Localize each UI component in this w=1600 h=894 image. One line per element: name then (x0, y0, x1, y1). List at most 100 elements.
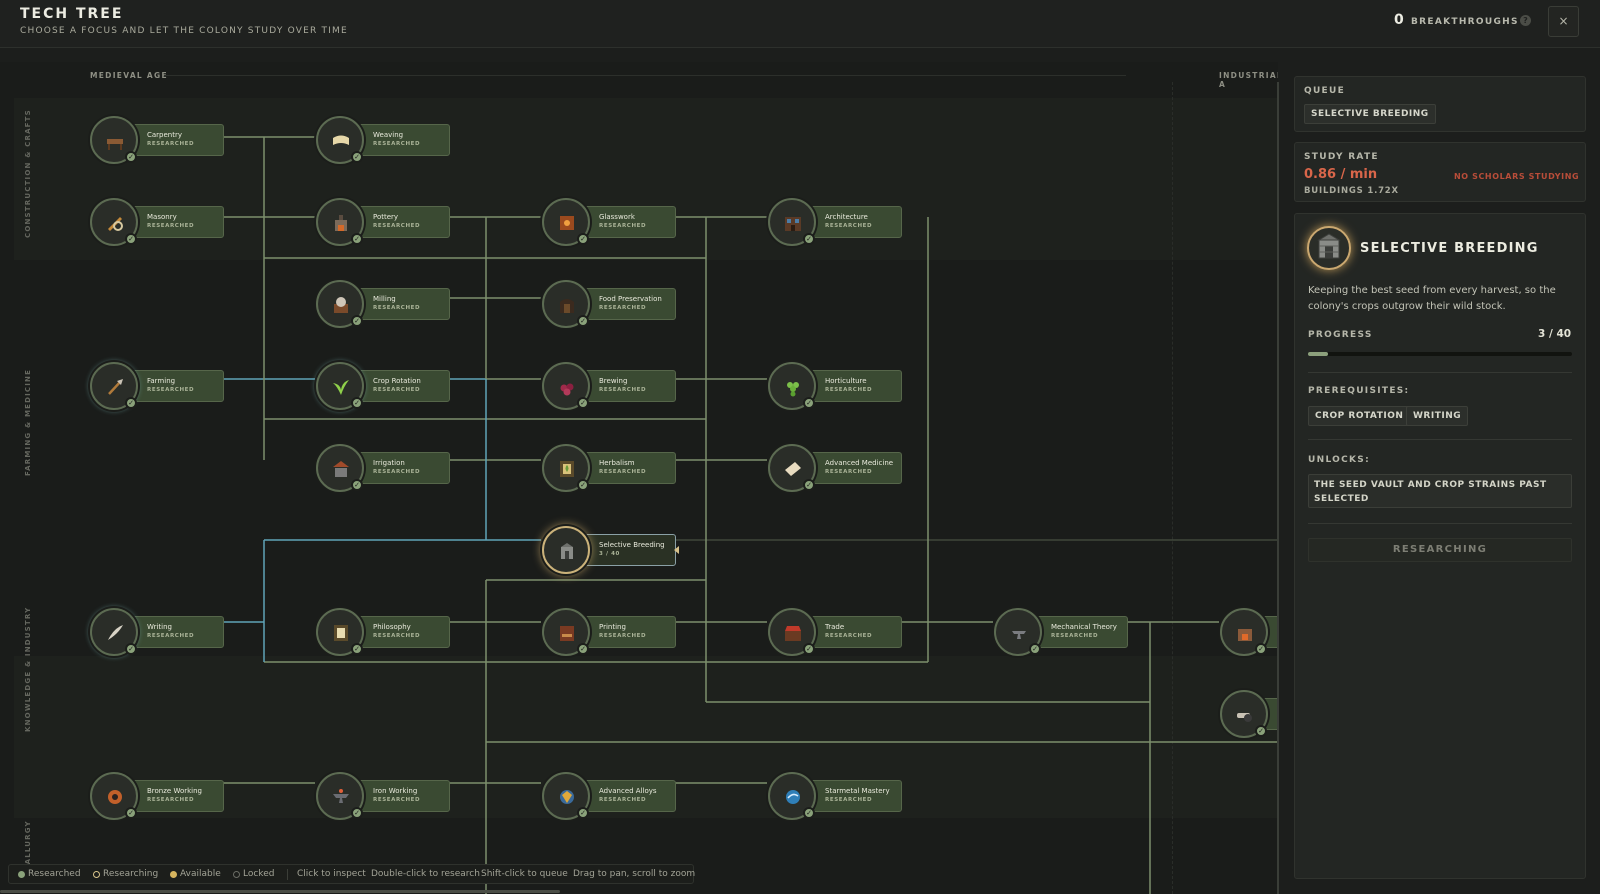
hint-double-click: Double-click to research (371, 869, 480, 879)
node-status: RESEARCHED (599, 387, 647, 393)
legend-separator (287, 869, 288, 880)
tech-node-food-preservation[interactable]: Food Preservation RESEARCHED ✓ (542, 280, 682, 328)
node-status: RESEARCHED (373, 305, 421, 311)
researched-check-icon: ✓ (577, 643, 589, 655)
node-name: Advanced Alloys (599, 787, 657, 795)
node-status: RESEARCHED (1051, 633, 1099, 639)
node-status: RESEARCHED (599, 305, 647, 311)
researched-check-icon: ✓ (577, 315, 589, 327)
researched-check-icon: ✓ (125, 643, 137, 655)
node-name: Starmetal Mastery (825, 787, 890, 795)
tech-node-milling[interactable]: Milling RESEARCHED ✓ (316, 280, 456, 328)
tech-node-carpentry[interactable]: Carpentry RESEARCHED ✓ (90, 116, 230, 164)
breakthroughs-count: 0 (1394, 12, 1404, 28)
node-name: Irrigation (373, 459, 405, 467)
tech-node-weaving[interactable]: Weaving RESEARCHED ✓ (316, 116, 456, 164)
seed-vault-icon (1307, 226, 1351, 270)
node-status: RESEARCHED (147, 141, 195, 147)
researched-check-icon: ✓ (125, 233, 137, 245)
legend-researching: Researching (103, 869, 159, 879)
node-status: RESEARCHED (825, 387, 873, 393)
prerequisite-crop-rotation[interactable]: CROP ROTATION (1308, 406, 1411, 426)
tech-node-glasswork[interactable]: Glasswork RESEARCHED ✓ (542, 198, 682, 246)
progress-label: PROGRESS (1308, 330, 1373, 340)
tech-node-selective-breeding[interactable]: Selective Breeding 3 / 40 (542, 526, 682, 574)
prerequisites-label: PREREQUISITES: (1308, 386, 1410, 396)
node-status: RESEARCHED (373, 387, 421, 393)
tech-node-trade[interactable]: Trade RESEARCHED ✓ (768, 608, 908, 656)
tech-node-farming[interactable]: Farming RESEARCHED ✓ (90, 362, 230, 410)
researched-check-icon: ✓ (803, 479, 815, 491)
prerequisite-writing[interactable]: WRITING (1406, 406, 1469, 426)
tech-tree-window: TECH TREE CHOOSE A FOCUS AND LET THE COL… (0, 0, 1600, 894)
tech-node-brewing[interactable]: Brewing RESEARCHED ✓ (542, 362, 682, 410)
progress-bar-fill (1308, 352, 1328, 356)
tech-node-writing[interactable]: Writing RESEARCHED ✓ (90, 608, 230, 656)
tech-tree-canvas[interactable]: CONSTRUCTION & CRAFTS FARMING & MEDICINE… (0, 62, 1278, 894)
node-name: Brewing (599, 377, 628, 385)
tech-node-cannon[interactable]: ✓ (1220, 690, 1278, 738)
page-title: TECH TREE (20, 6, 124, 22)
horizontal-scrollbar[interactable] (0, 890, 560, 893)
tech-node-philosophy[interactable]: Philosophy RESEARCHED ✓ (316, 608, 456, 656)
node-status: RESEARCHED (147, 387, 195, 393)
researched-check-icon: ✓ (351, 151, 363, 163)
tech-node-forge[interactable]: ✓ (1220, 608, 1278, 656)
help-icon[interactable]: ? (1520, 15, 1531, 26)
node-name: Advanced Medicine (825, 459, 894, 467)
divider (1308, 372, 1572, 373)
no-scholars-warning: NO SCHOLARS STUDYING (1454, 172, 1580, 181)
header-bar: TECH TREE CHOOSE A FOCUS AND LET THE COL… (0, 0, 1600, 48)
researched-check-icon: ✓ (577, 807, 589, 819)
tech-node-advanced-alloys[interactable]: Advanced Alloys RESEARCHED ✓ (542, 772, 682, 820)
unlocks-item: THE SEED VAULT AND CROP STRAINS PAST SEL… (1308, 474, 1572, 508)
divider (1308, 523, 1572, 524)
tech-node-starmetal-mastery[interactable]: Starmetal Mastery RESEARCHED ✓ (768, 772, 908, 820)
researched-check-icon: ✓ (351, 397, 363, 409)
hint-shift-click: Shift-click to queue (481, 869, 568, 879)
node-status: RESEARCHED (373, 469, 421, 475)
node-status: RESEARCHED (147, 223, 195, 229)
researched-check-icon: ✓ (803, 233, 815, 245)
node-name: Writing (147, 623, 172, 631)
researched-check-icon: ✓ (1255, 643, 1267, 655)
panel-divider (1277, 82, 1279, 894)
tech-node-herbalism[interactable]: Herbalism RESEARCHED ✓ (542, 444, 682, 492)
node-status: RESEARCHED (825, 633, 873, 639)
tech-node-pottery[interactable]: Pottery RESEARCHED ✓ (316, 198, 456, 246)
tech-node-masonry[interactable]: Masonry RESEARCHED ✓ (90, 198, 230, 246)
researched-check-icon: ✓ (125, 397, 137, 409)
tech-node-horticulture[interactable]: Horticulture RESEARCHED ✓ (768, 362, 908, 410)
researched-check-icon: ✓ (577, 479, 589, 491)
tech-node-bronze-working[interactable]: Bronze Working RESEARCHED ✓ (90, 772, 230, 820)
tech-node-architecture[interactable]: Architecture RESEARCHED ✓ (768, 198, 908, 246)
tech-node-mechanical-theory[interactable]: Mechanical Theory RESEARCHED ✓ (994, 608, 1134, 656)
node-name: Horticulture (825, 377, 867, 385)
tech-node-printing[interactable]: Printing RESEARCHED ✓ (542, 608, 682, 656)
node-name: Herbalism (599, 459, 635, 467)
node-status: RESEARCHED (825, 223, 873, 229)
tech-node-irrigation[interactable]: Irrigation RESEARCHED ✓ (316, 444, 456, 492)
legend-locked: Locked (243, 869, 275, 879)
node-name: Farming (147, 377, 176, 385)
node-name: Milling (373, 295, 396, 303)
node-status: RESEARCHED (373, 141, 421, 147)
tech-node-crop-rotation[interactable]: Crop Rotation RESEARCHED ✓ (316, 362, 456, 410)
node-status: RESEARCHED (825, 469, 873, 475)
node-name: Glasswork (599, 213, 635, 221)
researched-check-icon: ✓ (803, 397, 815, 409)
seed-vault-icon (542, 526, 590, 574)
node-name: Philosophy (373, 623, 411, 631)
node-status: RESEARCHED (599, 633, 647, 639)
researched-check-icon: ✓ (351, 479, 363, 491)
study-rate-value: 0.86 / min (1304, 167, 1378, 182)
tech-node-advanced-medicine[interactable]: Advanced Medicine RESEARCHED ✓ (768, 444, 908, 492)
progress-value: 3 / 40 (1538, 328, 1572, 340)
tech-node-iron-working[interactable]: Iron Working RESEARCHED ✓ (316, 772, 456, 820)
legend-bar: Researched Researching Available Locked … (8, 864, 695, 884)
close-button[interactable]: × (1548, 6, 1579, 37)
legend-researched-dot (18, 871, 25, 878)
legend-researching-dot (93, 871, 100, 878)
queue-item[interactable]: SELECTIVE BREEDING (1304, 104, 1436, 124)
researching-button[interactable]: RESEARCHING (1308, 538, 1572, 562)
